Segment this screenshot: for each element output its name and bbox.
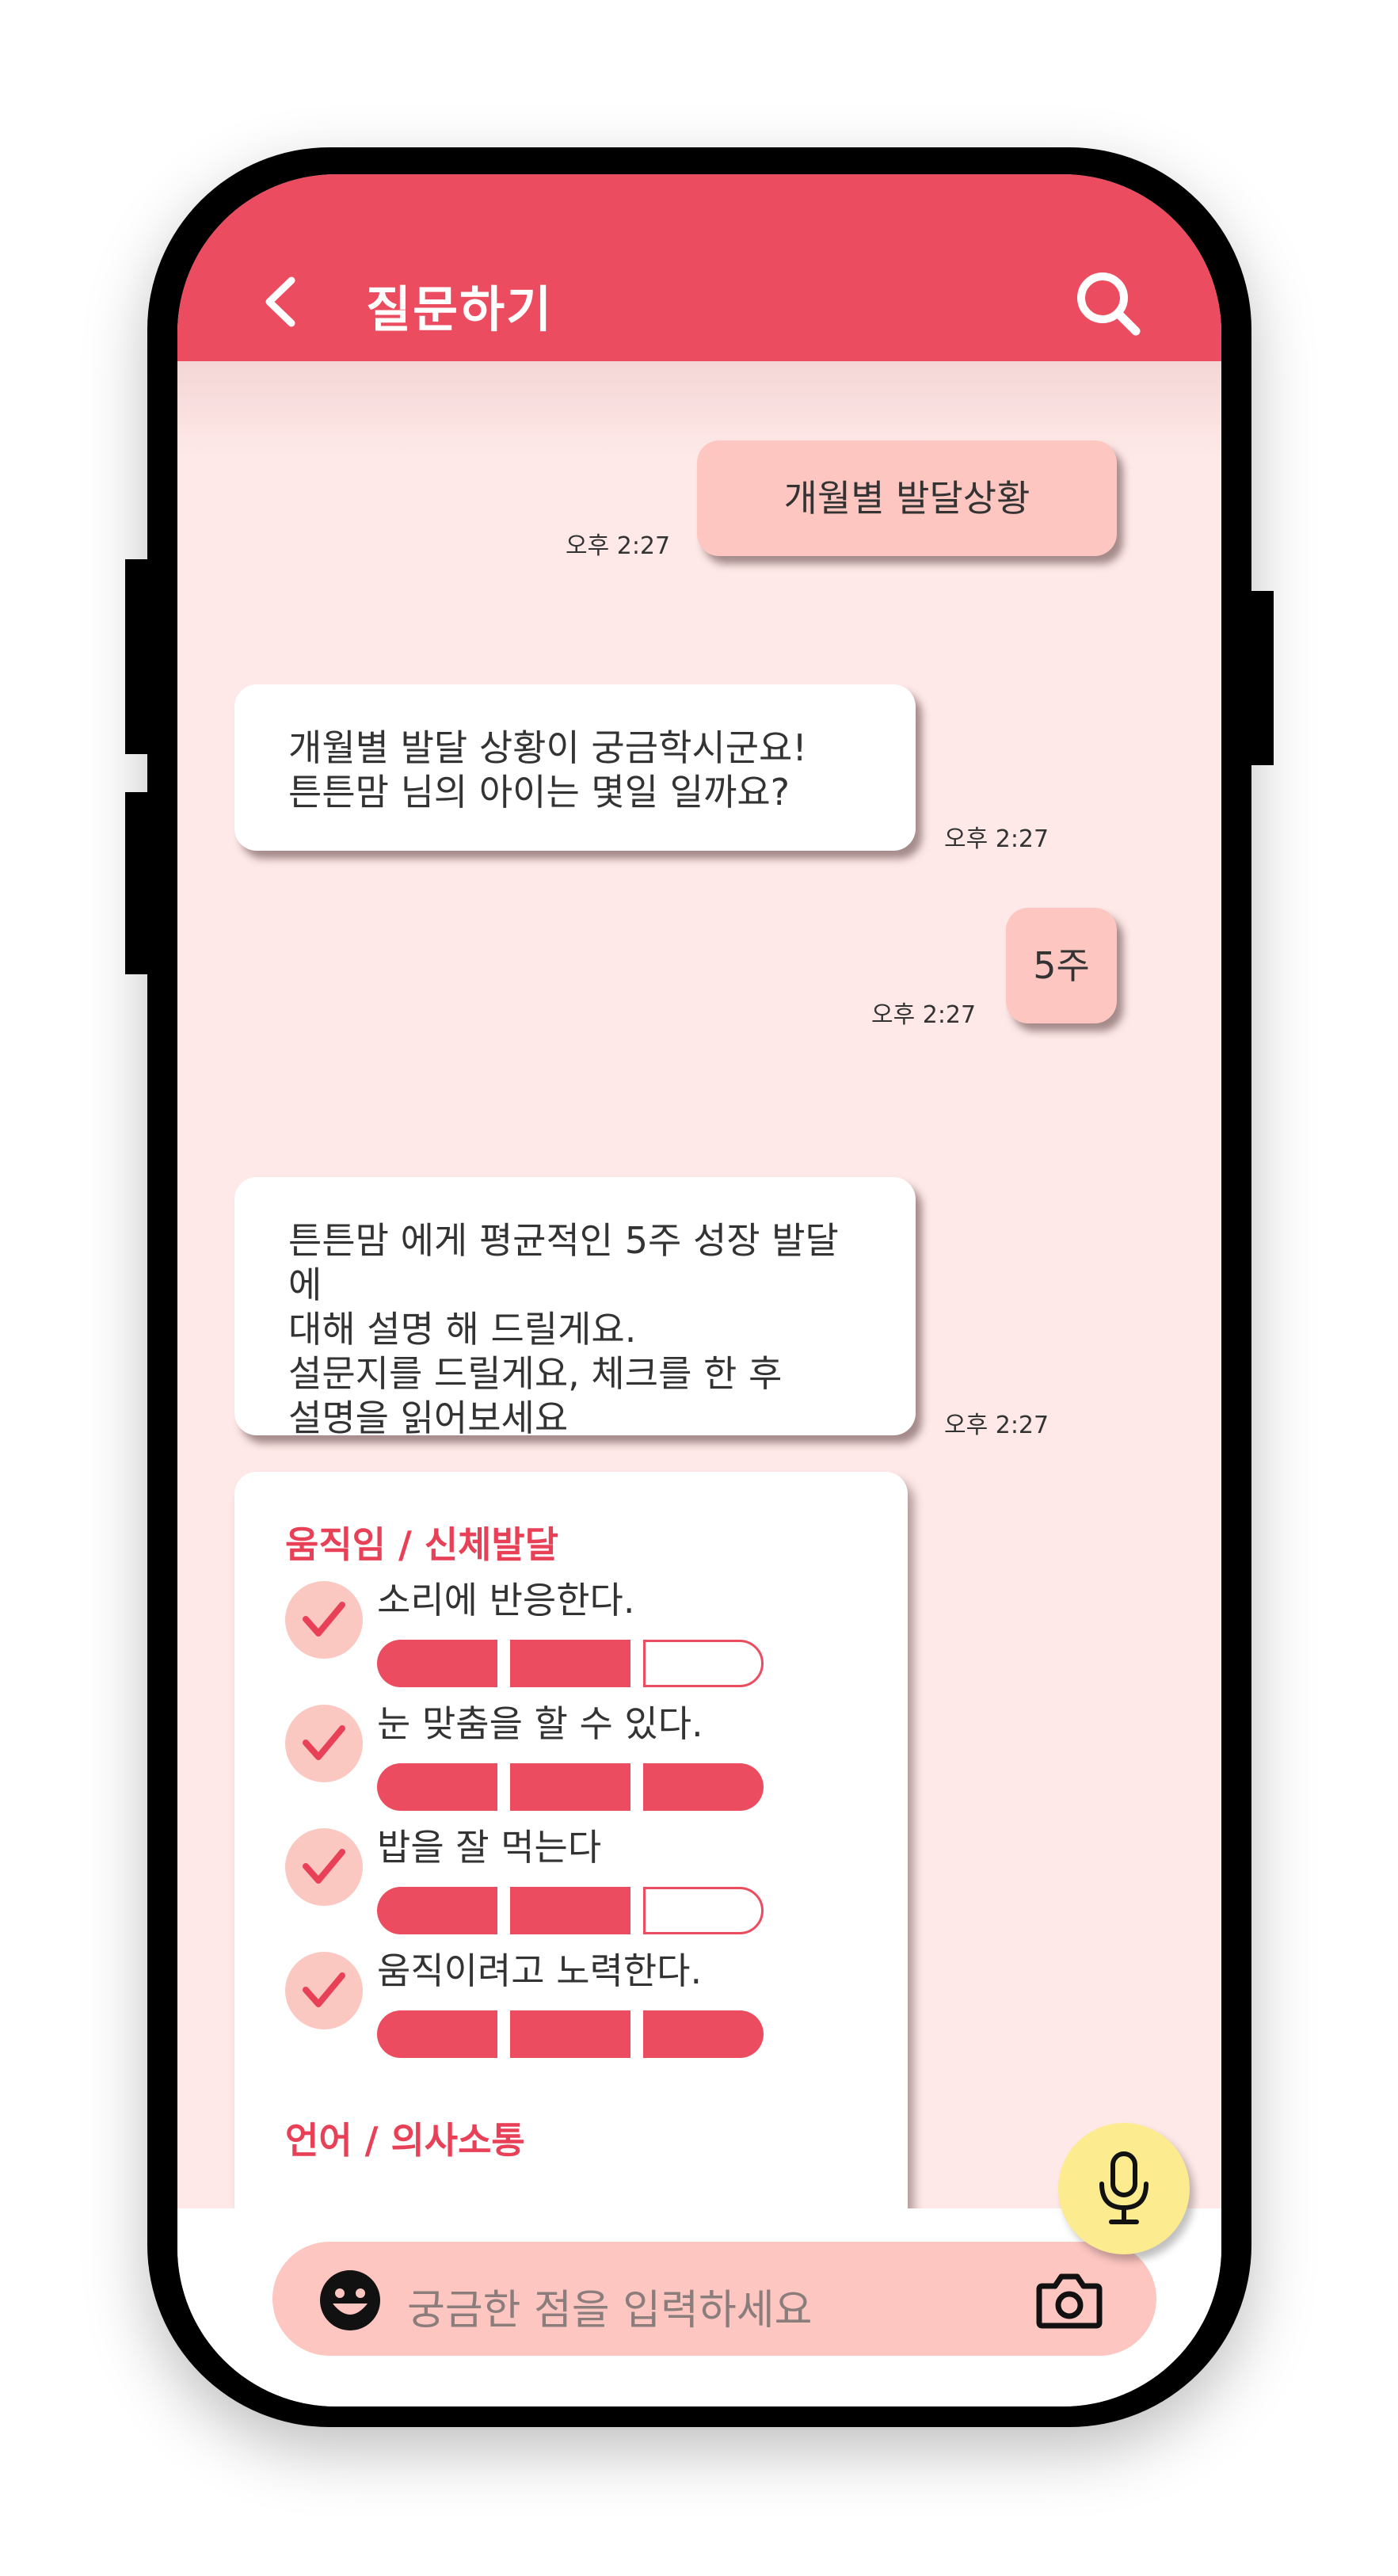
message-line: 튼튼맘 에게 평균적인 5주 성장 발달에: [288, 1219, 839, 1306]
level-segment[interactable]: [377, 2010, 497, 2058]
level-segment[interactable]: [643, 1763, 764, 1811]
message-bubble-incoming[interactable]: 튼튼맘 에게 평균적인 5주 성장 발달에 대해 설명 해 드릴게요. 설문지를…: [234, 1177, 916, 1439]
section-title: 움직임 / 신체발달: [285, 1523, 559, 1566]
app-header: 질문하기: [177, 174, 1221, 361]
check-toggle[interactable]: [285, 1952, 363, 2029]
voice-input-button[interactable]: [1058, 2123, 1190, 2254]
page-title: 질문하기: [366, 280, 554, 338]
check-item-label: 움직이려고 노력한다.: [377, 1949, 703, 1992]
level-segment[interactable]: [643, 1640, 764, 1687]
message-line: 튼튼맘 님의 아이는 몇일 일까요?: [288, 771, 790, 814]
message-line: 개월별 발달 상황이 궁금학시군요!: [288, 726, 807, 769]
checkmark-icon: [303, 1972, 345, 2007]
search-button[interactable]: [1072, 268, 1144, 339]
smiley-icon: [320, 2270, 380, 2330]
message-time: 오후 2:27: [944, 1412, 1049, 1439]
checkmark-icon: [303, 1725, 345, 1760]
message-bubble-outgoing[interactable]: 5주: [1006, 908, 1117, 1023]
message-time: 오후 2:27: [944, 825, 1049, 853]
check-toggle[interactable]: [285, 1581, 363, 1659]
message-bubble-incoming[interactable]: 개월별 발달 상황이 궁금학시군요! 튼튼맘 님의 아이는 몇일 일까요?: [234, 684, 916, 851]
camera-button[interactable]: [1036, 2272, 1103, 2330]
back-button[interactable]: [257, 274, 304, 330]
level-segment[interactable]: [510, 1887, 630, 1934]
chevron-left-icon: [265, 276, 295, 327]
message-line: 설명을 읽어보세요: [288, 1397, 569, 1439]
level-segment[interactable]: [510, 1763, 630, 1811]
message-line: 설문지를 드릴게요, 체크를 한 후: [288, 1352, 783, 1395]
check-toggle[interactable]: [285, 1828, 363, 1906]
level-segment[interactable]: [510, 2010, 630, 2058]
level-segment[interactable]: [643, 2010, 764, 2058]
check-toggle[interactable]: [285, 1705, 363, 1782]
checkmark-icon: [303, 1849, 345, 1884]
check-item-label: 소리에 반응한다.: [377, 1579, 635, 1621]
search-icon: [1077, 272, 1141, 336]
message-time: 오후 2:27: [871, 1001, 977, 1029]
checkmark-icon: [303, 1602, 345, 1637]
message-time: 오후 2:27: [566, 532, 671, 560]
development-checklist-card: 움직임 / 신체발달 소리에 반응한다. 눈 맞춤을 할 수 있다. 밥을 잘 …: [234, 1472, 908, 2264]
chat-screen: 질문하기 개월별 발달상황 오후 2:27 개월별 발달 상황이 궁금학시군요!…: [177, 174, 1221, 2406]
level-segment[interactable]: [377, 1887, 497, 1934]
level-segment[interactable]: [643, 1887, 764, 1934]
check-item-label: 눈 맞춤을 할 수 있다.: [377, 1702, 703, 1745]
phone-side-button-upper: [125, 559, 149, 754]
check-item-label: 밥을 잘 먹는다: [377, 1826, 602, 1869]
phone-side-button-lower: [125, 792, 149, 974]
level-segment[interactable]: [377, 1763, 497, 1811]
camera-icon: [1036, 2273, 1103, 2329]
message-line: 대해 설명 해 드릴게요.: [288, 1308, 637, 1351]
message-bubble-outgoing[interactable]: 개월별 발달상황: [697, 440, 1117, 556]
section-title: 언어 / 의사소통: [285, 2119, 525, 2162]
level-segment[interactable]: [377, 1640, 497, 1687]
microphone-icon: [1099, 2151, 1148, 2224]
emoji-button[interactable]: [318, 2269, 382, 2332]
input-placeholder[interactable]: 궁금한 점을 입력하세요: [407, 2277, 812, 2336]
level-segment[interactable]: [510, 1640, 630, 1687]
phone-power-button: [1250, 591, 1274, 765]
